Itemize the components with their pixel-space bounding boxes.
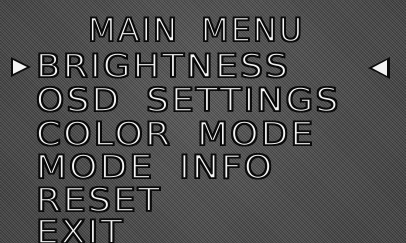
osd-main-menu: MAIN MENU BRIGHTNESS OSD SETTINGS COLOR … xyxy=(0,0,406,243)
menu-list: BRIGHTNESS OSD SETTINGS COLOR MODE MODE … xyxy=(0,0,406,243)
menu-item-mode-info[interactable]: MODE INFO xyxy=(35,150,273,185)
menu-item-label: BRIGHTNESS xyxy=(35,47,291,85)
menu-item-label: MODE INFO xyxy=(35,148,275,186)
menu-item-label: COLOR MODE xyxy=(35,115,316,153)
menu-item-label: RESET xyxy=(35,181,163,219)
menu-item-exit[interactable]: EXIT xyxy=(35,215,123,243)
menu-item-label: EXIT xyxy=(35,213,125,243)
menu-item-osd-settings[interactable]: OSD SETTINGS xyxy=(35,83,339,118)
menu-item-brightness[interactable]: BRIGHTNESS xyxy=(35,49,289,84)
menu-item-label: OSD SETTINGS xyxy=(35,81,341,119)
menu-item-color-mode[interactable]: COLOR MODE xyxy=(35,117,314,152)
